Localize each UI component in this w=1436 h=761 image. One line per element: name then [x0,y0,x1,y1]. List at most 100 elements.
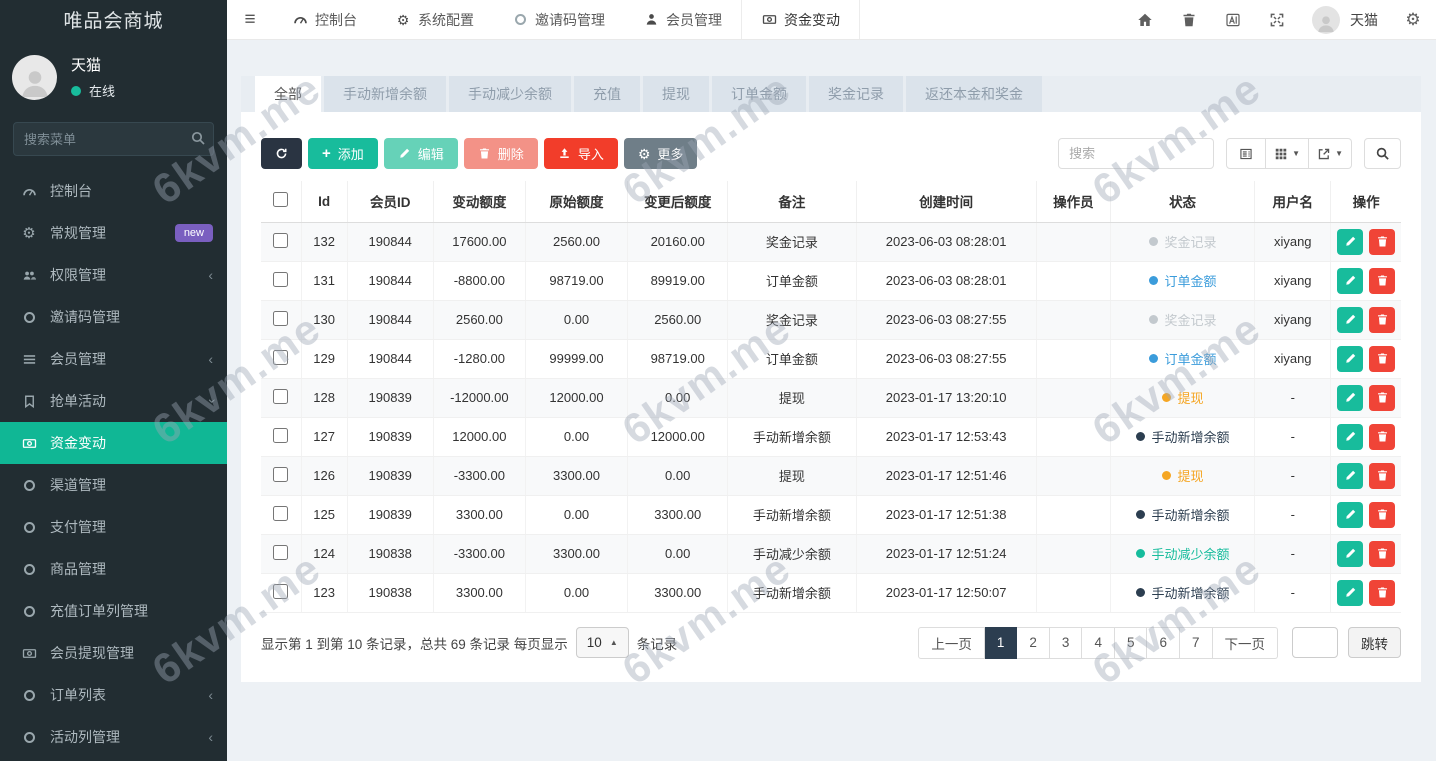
select-all-checkbox[interactable] [273,192,288,207]
page-button-1[interactable]: 1 [985,627,1018,659]
sidebar-item-9[interactable]: 商品管理 [0,548,227,590]
row-delete-button[interactable] [1369,541,1395,567]
import-button[interactable]: 导入 [544,138,618,169]
row-edit-button[interactable] [1337,502,1363,528]
row-delete-button[interactable] [1369,463,1395,489]
page-button-6[interactable]: 6 [1147,627,1180,659]
page-jump-button[interactable]: 跳转 [1348,627,1401,658]
row-checkbox[interactable] [273,389,288,404]
nav-item-0[interactable]: 控制台 [273,0,376,39]
home-icon[interactable] [1136,11,1154,29]
sidebar-item-13[interactable]: 活动列管理‹ [0,716,227,758]
export-button[interactable]: ▼ [1309,138,1352,169]
col-header-5[interactable]: 备注 [728,181,856,222]
row-delete-button[interactable] [1369,268,1395,294]
row-edit-button[interactable] [1337,307,1363,333]
page-button-4[interactable]: 4 [1082,627,1115,659]
nav-item-1[interactable]: ⚙系统配置 [376,0,493,39]
tab-0[interactable]: 全部 [255,76,321,112]
sidebar-item-12[interactable]: 订单列表‹ [0,674,227,716]
tab-7[interactable]: 返还本金和奖金 [906,76,1042,112]
navbar-user[interactable]: 天猫 [1312,6,1378,34]
sidebar-item-8[interactable]: 支付管理 [0,506,227,548]
nav-item-3[interactable]: 会员管理 [624,0,741,39]
col-header-0[interactable]: Id [301,181,347,222]
col-header-8[interactable]: 状态 [1110,181,1254,222]
row-edit-button[interactable] [1337,385,1363,411]
row-checkbox[interactable] [273,584,288,599]
page-button-2[interactable]: 2 [1017,627,1050,659]
col-header-2[interactable]: 变动额度 [433,181,525,222]
row-checkbox[interactable] [273,467,288,482]
row-edit-button[interactable] [1337,346,1363,372]
search-button[interactable] [1364,138,1401,169]
row-delete-button[interactable] [1369,307,1395,333]
col-header-10[interactable]: 操作 [1331,181,1401,222]
page-button-5[interactable]: 5 [1115,627,1148,659]
more-button[interactable]: ⚙ 更多 [624,138,698,169]
sidebar-item-2[interactable]: 权限管理‹ [0,254,227,296]
row-edit-button[interactable] [1337,580,1363,606]
page-jump-input[interactable] [1292,627,1338,658]
table-search-input[interactable] [1058,138,1214,169]
sidebar-item-5[interactable]: 抢单活动‹ [0,380,227,422]
delete-button[interactable]: 删除 [464,138,538,169]
row-delete-button[interactable] [1369,580,1395,606]
row-edit-button[interactable] [1337,424,1363,450]
tab-6[interactable]: 奖金记录 [809,76,903,112]
per-page-select[interactable]: 10 ▲ [576,627,629,658]
next-page-button[interactable]: 下一页 [1213,627,1279,659]
sidebar-item-4[interactable]: 会员管理‹ [0,338,227,380]
row-checkbox[interactable] [273,506,288,521]
sidebar-item-1[interactable]: ⚙常规管理new [0,212,227,254]
row-delete-button[interactable] [1369,385,1395,411]
settings-gears-icon[interactable]: ⚙ [1404,11,1422,29]
prev-page-button[interactable]: 上一页 [918,627,985,659]
sidebar-item-0[interactable]: 控制台 [0,170,227,212]
sidebar-item-7[interactable]: 渠道管理 [0,464,227,506]
row-edit-button[interactable] [1337,229,1363,255]
row-delete-button[interactable] [1369,346,1395,372]
col-header-9[interactable]: 用户名 [1255,181,1331,222]
col-header-3[interactable]: 原始额度 [525,181,627,222]
detail-view-button[interactable] [1226,138,1266,169]
trash-icon[interactable] [1180,11,1198,29]
row-edit-button[interactable] [1337,268,1363,294]
edit-button[interactable]: 编辑 [384,138,458,169]
columns-button[interactable]: ▼ [1266,138,1309,169]
page-button-7[interactable]: 7 [1180,627,1213,659]
page-button-3[interactable]: 3 [1050,627,1083,659]
nav-item-4[interactable]: 资金变动 [741,0,860,39]
col-header-7[interactable]: 操作员 [1036,181,1110,222]
sidebar-item-10[interactable]: 充值订单列管理 [0,590,227,632]
tab-2[interactable]: 手动减少余额 [449,76,571,112]
tab-3[interactable]: 充值 [574,76,640,112]
col-header-6[interactable]: 创建时间 [856,181,1036,222]
nav-item-2[interactable]: 邀请码管理 [493,0,624,39]
tab-4[interactable]: 提现 [643,76,709,112]
tab-5[interactable]: 订单金额 [712,76,806,112]
fullscreen-icon[interactable] [1268,11,1286,29]
sidebar-toggle-icon[interactable]: ≡ [227,0,273,39]
sidebar-item-3[interactable]: 邀请码管理 [0,296,227,338]
sidebar-search-input[interactable] [13,122,214,156]
refresh-button[interactable] [261,138,302,169]
translate-icon[interactable] [1224,11,1242,29]
row-checkbox[interactable] [273,350,288,365]
row-checkbox[interactable] [273,311,288,326]
sidebar-item-11[interactable]: 会员提现管理 [0,632,227,674]
row-checkbox[interactable] [273,272,288,287]
row-delete-button[interactable] [1369,229,1395,255]
col-header-1[interactable]: 会员ID [347,181,433,222]
row-edit-button[interactable] [1337,541,1363,567]
row-checkbox[interactable] [273,545,288,560]
row-delete-button[interactable] [1369,502,1395,528]
row-edit-button[interactable] [1337,463,1363,489]
add-button[interactable]: + 添加 [308,138,378,169]
col-header-4[interactable]: 变更后额度 [628,181,728,222]
sidebar-item-6[interactable]: 资金变动 [0,422,227,464]
row-checkbox[interactable] [273,428,288,443]
row-delete-button[interactable] [1369,424,1395,450]
tab-1[interactable]: 手动新增余额 [324,76,446,112]
row-checkbox[interactable] [273,233,288,248]
